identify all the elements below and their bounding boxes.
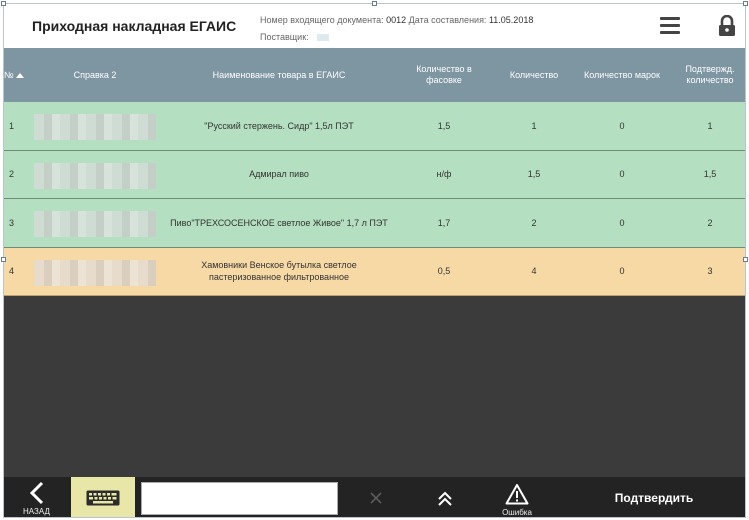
column-header-pack-qty[interactable]: Количество в фасовке [406,48,482,102]
barcode-input[interactable] [141,482,338,515]
column-header-ref2[interactable]: Справка 2 [34,48,156,102]
row-number: 1 [9,120,15,131]
resize-handle-left[interactable] [1,257,6,262]
row-number: 4 [9,266,15,277]
supplier-value-redacted [317,34,330,42]
table-row[interactable]: 1 "Русский стержень. Сидр" 1,5л ПЭТ 1,5 … [4,102,745,151]
marks-qty: 0 [619,120,625,131]
product-name: Адмирал пиво [249,169,309,180]
resize-handle-top-left[interactable] [1,1,6,6]
error-label: Ошибка [502,508,532,517]
chevron-left-icon [29,481,44,505]
qty: 2 [531,217,537,228]
scroll-up-button[interactable] [436,490,454,508]
qty: 1,5 [527,169,541,180]
marks-qty: 0 [619,169,625,180]
pack-qty: 1,7 [437,217,451,228]
column-header-confirmed[interactable]: Подтвержд. количество [672,48,745,102]
marks-qty: 0 [619,266,625,277]
bottom-toolbar: НАЗАД Ошибка Подтвердить [4,477,745,517]
table-empty-area [4,296,745,477]
doc-number-label: Номер входящего документа: [260,15,384,25]
marks-qty: 0 [619,217,625,228]
confirmed-qty: 1,5 [703,169,717,180]
row-number: 2 [9,169,15,180]
table-row[interactable]: 2 Адмирал пиво н/ф 1,5 0 1,5 [4,150,745,199]
error-button[interactable]: Ошибка [490,477,544,517]
document-meta: Номер входящего документа: 0012 Дата сос… [260,12,533,46]
keyboard-icon [86,490,120,506]
close-icon [370,492,382,504]
pack-qty: 0,5 [437,266,451,277]
menu-icon[interactable] [660,17,680,35]
product-name: Пиво"ТРЕХСОСЕНСКОЕ светлое Живое" 1,7 л … [170,217,388,228]
double-chevron-up-icon [438,491,452,506]
confirmed-qty: 2 [707,217,713,228]
keyboard-button[interactable] [71,477,135,517]
doc-number: 0012 [386,15,407,25]
page-title: Приходная накладная ЕГАИС [32,18,237,34]
doc-date: 11.05.2018 [488,15,534,25]
pack-qty: н/ф [436,169,452,180]
product-name: Хамовники Венское бутылка светлое пастер… [201,260,357,283]
column-header-marks[interactable]: Количество марок [584,48,660,102]
header: Приходная накладная ЕГАИС Номер входящег… [4,4,745,48]
back-label: НАЗАД [23,507,50,516]
confirm-button[interactable]: Подтвердить [584,477,724,517]
clear-button[interactable] [368,490,384,506]
pack-qty: 1,5 [437,120,451,131]
resize-handle-top-right[interactable] [743,1,748,6]
qty: 4 [531,266,537,277]
lock-icon[interactable] [718,14,736,37]
supplier-label: Поставщик: [260,32,309,42]
column-header-number[interactable]: № [4,48,30,102]
table-body: 1 "Русский стержень. Сидр" 1,5л ПЭТ 1,5 … [4,102,745,296]
back-button[interactable]: НАЗАД [4,477,70,517]
warning-icon [505,484,529,505]
row-number: 3 [9,217,15,228]
ref2-value-redacted [34,114,156,140]
product-name: "Русский стержень. Сидр" 1,5л ПЭТ [204,120,354,131]
resize-handle-top[interactable] [372,1,377,6]
confirmed-qty: 3 [707,266,713,277]
resize-handle-right[interactable] [743,257,748,262]
table-row[interactable]: 4 Хамовники Венское бутылка светлое паст… [4,247,745,296]
column-header-qty[interactable]: Количество [494,48,574,102]
table-header: № Справка 2 Наименование товара в ЕГАИС … [4,48,745,102]
qty: 1 [531,120,537,131]
app-window: Приходная накладная ЕГАИС Номер входящег… [3,3,746,518]
date-label: Дата составления: [408,15,487,25]
column-header-name[interactable]: Наименование товара в ЕГАИС [159,48,399,102]
confirmed-qty: 1 [707,120,713,131]
table-row[interactable]: 3 Пиво"ТРЕХСОСЕНСКОЕ светлое Живое" 1,7 … [4,199,745,248]
ref2-value-redacted [34,259,156,286]
ref2-value-redacted [34,211,156,237]
sort-asc-icon [15,72,24,78]
ref2-value-redacted [34,162,156,189]
